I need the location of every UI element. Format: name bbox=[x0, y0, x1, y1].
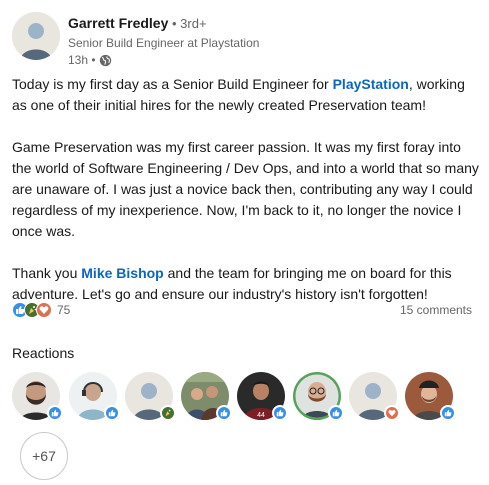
company-mention-link[interactable]: PlayStation bbox=[333, 76, 409, 92]
author-name[interactable]: Garrett Fredley bbox=[68, 15, 168, 31]
person-mention-link[interactable]: Mike Bishop bbox=[81, 265, 163, 281]
globe-icon bbox=[99, 54, 111, 66]
svg-text:44: 44 bbox=[257, 412, 265, 419]
reactions-heading: Reactions bbox=[12, 345, 75, 361]
love-icon bbox=[36, 302, 52, 318]
post-text: Today is my first day as a Senior Build … bbox=[12, 74, 480, 305]
like-icon bbox=[47, 405, 63, 421]
reactor-item[interactable] bbox=[405, 372, 456, 421]
default-avatar-icon bbox=[12, 12, 60, 60]
author-info: Garrett Fredley • 3rd+ Senior Build Engi… bbox=[68, 14, 259, 68]
post-time: 13h • bbox=[68, 53, 96, 67]
reactor-item[interactable] bbox=[349, 372, 400, 421]
like-icon bbox=[104, 405, 120, 421]
like-icon bbox=[216, 405, 232, 421]
like-icon bbox=[328, 405, 344, 421]
post-text-span: Thank you bbox=[12, 265, 82, 281]
reactors-list: 44 bbox=[12, 372, 472, 426]
reactor-item[interactable] bbox=[293, 372, 344, 421]
comments-count-link[interactable]: 15 comments bbox=[400, 303, 472, 317]
reactor-item[interactable] bbox=[181, 372, 232, 421]
post-paragraph-1: Today is my first day as a Senior Build … bbox=[12, 74, 480, 116]
author-avatar[interactable] bbox=[12, 12, 60, 60]
connection-degree: • 3rd+ bbox=[168, 16, 207, 31]
reaction-count[interactable]: 75 bbox=[57, 303, 70, 317]
reactor-item[interactable] bbox=[12, 372, 63, 421]
post-paragraph-3: Thank you Mike Bishop and the team for b… bbox=[12, 263, 480, 305]
social-counts-bar: 75 15 comments bbox=[12, 300, 472, 320]
more-reactions-button[interactable]: +67 bbox=[20, 432, 68, 480]
post-paragraph-2: Game Preservation was my first career pa… bbox=[12, 139, 479, 239]
post-header: Garrett Fredley • 3rd+ Senior Build Engi… bbox=[12, 12, 472, 67]
reaction-icons[interactable] bbox=[12, 302, 52, 318]
love-icon bbox=[384, 405, 400, 421]
author-name-line: Garrett Fredley • 3rd+ bbox=[68, 14, 259, 33]
reactor-item[interactable] bbox=[69, 372, 120, 421]
like-icon bbox=[440, 405, 456, 421]
reactor-item[interactable]: 44 bbox=[237, 372, 288, 421]
like-icon bbox=[272, 405, 288, 421]
author-headline: Senior Build Engineer at Playstation bbox=[68, 36, 260, 50]
post-timestamp: 13h • bbox=[68, 52, 259, 68]
post-text-span: Today is my first day as a Senior Build … bbox=[12, 76, 333, 92]
celebrate-icon bbox=[160, 405, 176, 421]
reactor-item[interactable] bbox=[125, 372, 176, 421]
